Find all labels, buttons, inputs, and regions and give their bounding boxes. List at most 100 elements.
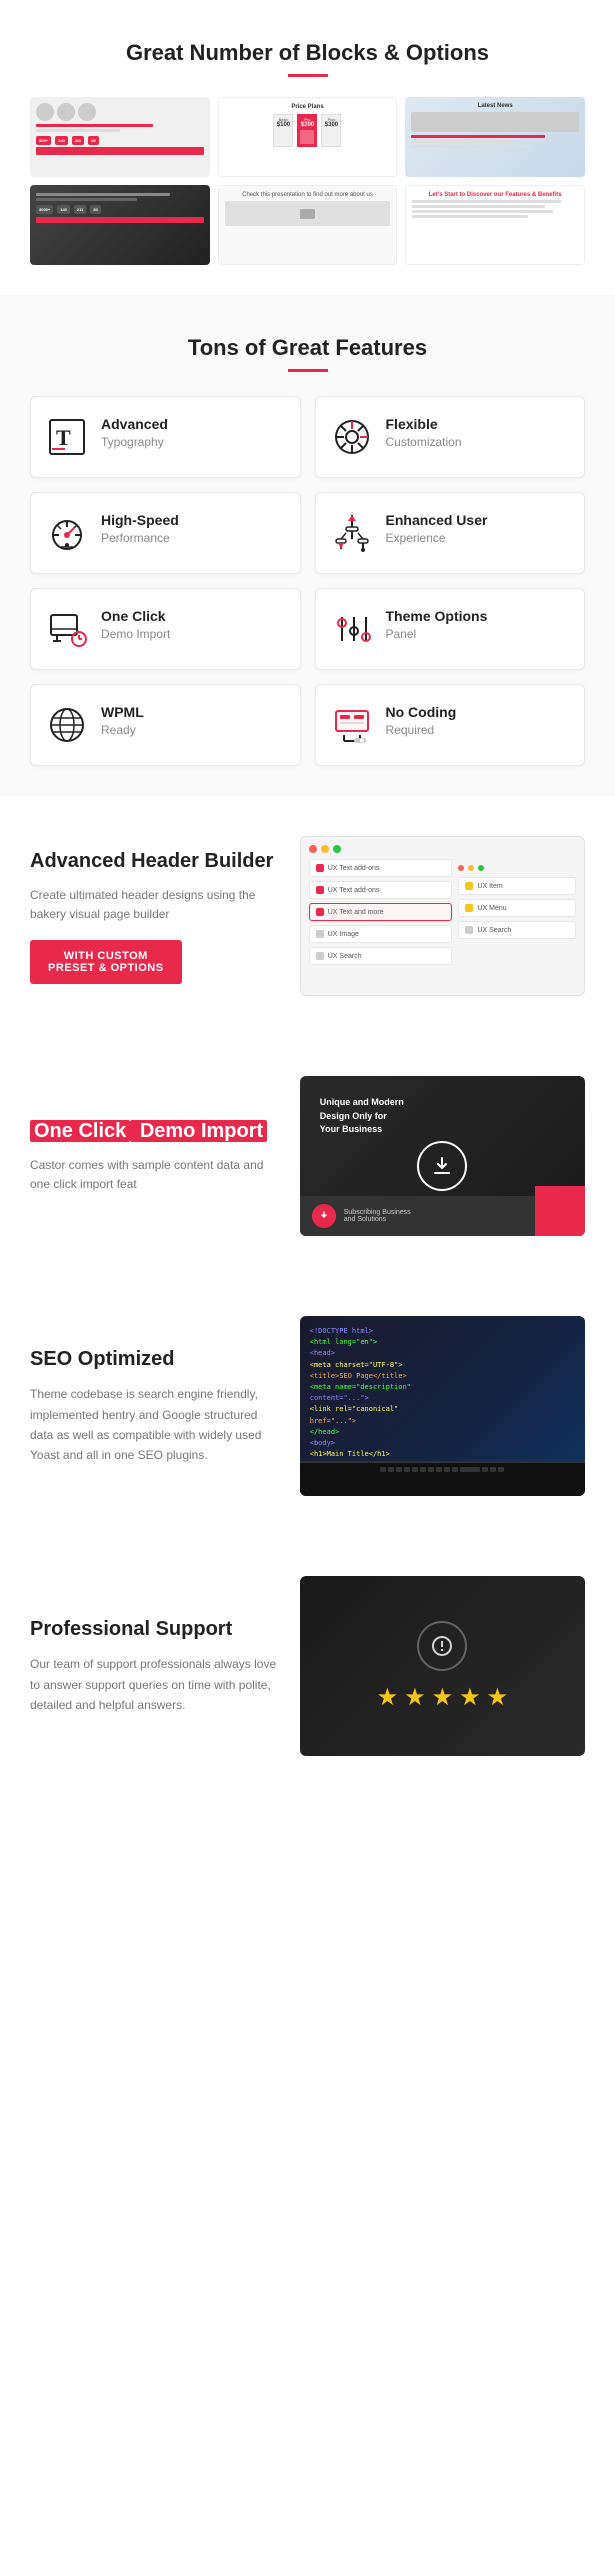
hb-row-2: UX Text add-ons [309, 881, 453, 899]
theme-icon [330, 607, 374, 651]
hb-label-2: UX Text add-ons [328, 887, 380, 894]
feature-card-theme: Theme Options Panel [315, 588, 586, 670]
oneclick-text: One Click Demo Import [101, 607, 170, 641]
blocks-title: Great Number of Blocks & Options [30, 40, 585, 66]
typography-icon: T [45, 415, 89, 459]
hb-label-1: UX Text add-ons [328, 865, 380, 872]
title-divider [288, 74, 328, 77]
hb-label-r2: UX Menu [477, 905, 506, 912]
hb-dot-red2 [316, 886, 324, 894]
wpml-subtitle: Ready [101, 723, 144, 737]
hb-label-3: UX Text and more [328, 909, 384, 916]
hb-label-r3: UX Search [477, 927, 511, 934]
wpml-title: WPML [101, 703, 144, 721]
header-builder-title: Advanced Header Builder [30, 848, 280, 874]
hb-dot-red1 [316, 864, 324, 872]
demo-red-corner [535, 1186, 585, 1236]
star-3: ★ [432, 1683, 454, 1712]
feature-card-flexible: Flexible Customization [315, 396, 586, 478]
hb-row-1: UX Text add-ons [309, 859, 453, 877]
hb-dot-gray2 [316, 952, 324, 960]
nocoding-title: No Coding [386, 703, 457, 721]
support-image-bg: ★ ★ ★ ★ ★ [300, 1576, 585, 1756]
code-lines: <!DOCTYPE html> <html lang="en"> <head> … [300, 1316, 585, 1456]
star-4: ★ [459, 1683, 481, 1712]
header-builder-description: Create ultimated header designs using th… [30, 886, 280, 924]
demo-bottom-icon [312, 1204, 336, 1228]
theme-subtitle: Panel [386, 627, 488, 641]
star-1: ★ [377, 1683, 399, 1712]
feature-card-typography: T Advanced Typography [30, 396, 301, 478]
user-subtitle: Experience [386, 531, 488, 545]
speed-icon [45, 511, 89, 555]
typography-subtitle: Typography [101, 435, 168, 449]
hb-label-r1: UX Item [477, 883, 502, 890]
demo-import-highlight: One Click [30, 1120, 130, 1142]
nocoding-subtitle: Required [386, 723, 457, 737]
flexible-title: Flexible [386, 415, 462, 433]
oneclick-title: One Click [101, 607, 170, 625]
support-text-block: Professional Support Our team of support… [30, 1616, 280, 1715]
preview-card-dark: 3000+ 140 211 80 [30, 185, 210, 265]
typography-text: Advanced Typography [101, 415, 168, 449]
seo-preview: <!DOCTYPE html> <html lang="en"> <head> … [300, 1316, 585, 1496]
demo-icon-circle [417, 1141, 467, 1191]
support-section: Professional Support Our team of support… [0, 1536, 615, 1796]
demo-import-title: One Click Demo Import [30, 1118, 280, 1144]
demo-import-text-block: One Click Demo Import Castor comes with … [30, 1118, 280, 1194]
demo-import-title-rest: Demo Import [130, 1120, 267, 1142]
speed-subtitle: Performance [101, 531, 179, 545]
stars-row: ★ ★ ★ ★ ★ [377, 1683, 509, 1712]
features-divider [288, 369, 328, 372]
hb-dot-yellow1 [465, 882, 473, 890]
feature-card-wpml: WPML Ready [30, 684, 301, 766]
preview-card-features: Let's Start to Discover our Features & B… [405, 185, 585, 265]
support-preview: ★ ★ ★ ★ ★ [300, 1576, 585, 1756]
support-title: Professional Support [30, 1616, 280, 1642]
preview-card-light: Check this presentation to find out more… [218, 185, 398, 265]
preview-grid-row2: 3000+ 140 211 80 Check this presentation… [30, 185, 585, 265]
nocoding-icon [330, 703, 374, 747]
demo-import-preview: Unique and ModernDesign Only forYour Bus… [300, 1076, 585, 1236]
feature-card-speed: High-Speed Performance [30, 492, 301, 574]
preview-card-pricing: Price Plans Basic $100 Pro $200 [218, 97, 398, 177]
feature-card-user: Enhanced User Experience [315, 492, 586, 574]
header-builder-preview: UX Text add-ons UX Text add-ons UX Text … [300, 836, 585, 996]
hb-row-5: UX Search [309, 947, 453, 965]
seo-text-block: SEO Optimized Theme codebase is search e… [30, 1346, 280, 1466]
hb-row-4: UX Image [309, 925, 453, 943]
theme-text: Theme Options Panel [386, 607, 488, 641]
btn-line2: Preset & Options [48, 962, 164, 974]
speed-title: High-Speed [101, 511, 179, 529]
support-icon [417, 1621, 467, 1671]
flexible-text: Flexible Customization [386, 415, 462, 449]
svg-text:T: T [56, 425, 71, 450]
preview-card-news: Latest News [405, 97, 585, 177]
blocks-section: Great Number of Blocks & Options 500+ 14… [0, 0, 615, 295]
preview-card-team: 500+ 140 211 35 [30, 97, 210, 177]
hb-dot-gray1 [316, 930, 324, 938]
oneclick-icon [45, 607, 89, 651]
nocoding-text: No Coding Required [386, 703, 457, 737]
hb-row-r3: UX Search [458, 921, 576, 939]
feature-card-oneclick: One Click Demo Import [30, 588, 301, 670]
features-section: Tons of Great Features T Advanced Typogr… [0, 295, 615, 796]
user-text: Enhanced User Experience [386, 511, 488, 545]
hb-row-r2: UX Menu [458, 899, 576, 917]
hb-dot-yellow2 [465, 904, 473, 912]
demo-overlay-text: Unique and ModernDesign Only forYour Bus… [320, 1096, 404, 1137]
custom-preset-button[interactable]: WITH CUSTOM Preset & Options [30, 940, 182, 984]
hb-dot-red3 [316, 908, 324, 916]
preview-grid-row1: 500+ 140 211 35 Price Plans Basic $100 [30, 97, 585, 177]
seo-description: Theme codebase is search engine friendly… [30, 1384, 280, 1466]
header-builder-text-block: Advanced Header Builder Create ultimated… [30, 848, 280, 984]
flexible-subtitle: Customization [386, 435, 462, 449]
wpml-icon [45, 703, 89, 747]
demo-import-description: Castor comes with sample content data an… [30, 1156, 280, 1194]
hb-row-3: UX Text and more [309, 903, 453, 921]
star-5: ★ [487, 1683, 509, 1712]
wpml-text: WPML Ready [101, 703, 144, 737]
seo-image-bg: <!DOCTYPE html> <html lang="en"> <head> … [300, 1316, 585, 1496]
features-grid: T Advanced Typography [30, 396, 585, 766]
demo-bottom-text: Subscribing Businessand Solutions [344, 1209, 411, 1223]
